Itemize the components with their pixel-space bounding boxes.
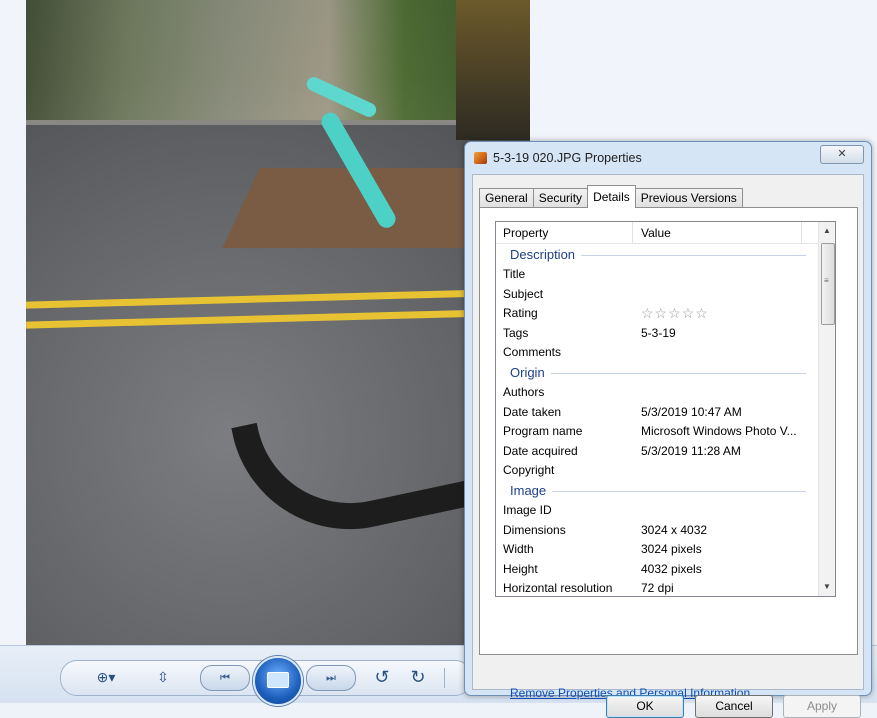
group-rule [510, 490, 806, 492]
group-header-image: Image [496, 480, 818, 500]
group-label: Description [510, 247, 582, 262]
previous-button[interactable]: ⏮ [200, 665, 250, 691]
column-header-value[interactable]: Value [641, 226, 671, 240]
property-key: Tags [503, 325, 529, 340]
property-value[interactable]: Microsoft Windows Photo V... [641, 424, 797, 438]
group-header-description: Description [496, 244, 818, 264]
property-key: Image ID [503, 502, 552, 517]
property-key: Program name [503, 424, 583, 439]
property-value[interactable]: 5/3/2019 10:47 AM [641, 405, 742, 419]
details-panel: Property Value Description Title Subject… [479, 207, 858, 700]
dialog-title: 5-3-19 020.JPG Properties [493, 151, 642, 165]
ok-button[interactable]: OK [606, 695, 684, 718]
slideshow-button[interactable] [253, 656, 303, 706]
scroll-up-icon[interactable]: ▲ [821, 224, 833, 238]
rating-stars-icon[interactable]: ☆☆☆☆☆ [641, 305, 709, 322]
jpg-file-icon [474, 152, 487, 164]
tab-previous-versions[interactable]: Previous Versions [634, 188, 743, 208]
property-value[interactable]: 3024 pixels [641, 542, 702, 556]
scroll-down-icon[interactable]: ▼ [821, 580, 833, 594]
property-key: Date acquired [503, 443, 578, 458]
scrollbar-thumb[interactable]: ≡ [821, 243, 835, 325]
close-button[interactable]: ✕ [820, 145, 864, 164]
zoom-icon[interactable]: ⊕▾ [88, 664, 124, 690]
list-item[interactable]: Program name Microsoft Windows Photo V... [496, 421, 818, 441]
previous-icon: ⏮ [220, 671, 230, 684]
column-divider[interactable] [632, 222, 633, 243]
property-key: Title [503, 267, 526, 281]
list-item[interactable]: Title [496, 264, 818, 284]
property-list[interactable]: Property Value Description Title Subject… [495, 221, 836, 597]
dialog-titlebar[interactable]: 5-3-19 020.JPG Properties ✕ [465, 142, 871, 174]
list-item[interactable]: Dimensions 3024 x 4032 [496, 520, 818, 540]
list-item[interactable]: Authors [496, 382, 818, 402]
photo-foliage [26, 0, 530, 120]
list-item[interactable]: Date acquired 5/3/2019 11:28 AM [496, 441, 818, 461]
photo [26, 0, 530, 645]
next-button[interactable]: ⏭ [306, 665, 356, 691]
tab-strip: General Security Details Previous Versio… [479, 185, 743, 208]
tab-general[interactable]: General [479, 188, 534, 208]
property-key: Horizontal resolution [503, 581, 613, 596]
property-rows: Description Title Subject Rating ☆☆☆☆☆ Ta… [496, 244, 818, 596]
property-value[interactable]: 72 dpi [641, 581, 674, 595]
list-item[interactable]: Width 3024 pixels [496, 539, 818, 559]
column-divider[interactable] [801, 222, 802, 243]
list-item[interactable]: Image ID [496, 500, 818, 520]
tab-security[interactable]: Security [532, 188, 589, 208]
list-item[interactable]: Copyright [496, 460, 818, 480]
grip-icon: ≡ [824, 276, 829, 285]
vertical-scrollbar[interactable]: ▲ ≡ ▼ [818, 222, 835, 596]
next-icon: ⏭ [326, 671, 336, 684]
group-label: Image [510, 482, 553, 498]
list-item[interactable]: Height 4032 pixels [496, 559, 818, 579]
list-item[interactable]: Subject [496, 284, 818, 304]
column-header-property[interactable]: Property [503, 226, 548, 240]
property-key: Date taken [503, 404, 562, 419]
property-key: Authors [503, 384, 545, 399]
list-item[interactable]: Tags 5-3-19 [496, 323, 818, 343]
property-key: Rating [503, 306, 538, 321]
tab-details[interactable]: Details [587, 185, 636, 208]
property-key: Height [503, 561, 538, 576]
close-icon: ✕ [837, 148, 847, 160]
rotate-counterclockwise-icon[interactable]: ↺ [370, 664, 394, 690]
list-item[interactable]: Rating ☆☆☆☆☆ [496, 303, 818, 323]
rotate-clockwise-icon[interactable]: ↻ [406, 664, 430, 690]
apply-button[interactable]: Apply [783, 695, 861, 718]
group-header-origin: Origin [496, 362, 818, 382]
cancel-button[interactable]: Cancel [695, 695, 773, 718]
list-item[interactable]: Horizontal resolution 72 dpi [496, 578, 818, 596]
property-value[interactable]: 5/3/2019 11:28 AM [641, 444, 741, 458]
list-item[interactable]: Comments [496, 342, 818, 362]
property-key: Subject [503, 286, 544, 301]
group-rule [510, 372, 806, 374]
list-header: Property Value [496, 222, 818, 244]
list-item[interactable]: Date taken 5/3/2019 10:47 AM [496, 402, 818, 422]
property-key: Copyright [503, 463, 555, 478]
property-value[interactable]: 3024 x 4032 [641, 523, 707, 537]
toolbar-divider [444, 668, 445, 688]
fit-window-icon[interactable]: ⇳ [150, 664, 176, 690]
dialog-client: General Security Details Previous Versio… [472, 174, 864, 718]
group-label: Origin [510, 364, 551, 380]
photo-excavator [456, 0, 530, 140]
slideshow-icon [267, 672, 289, 688]
property-value[interactable]: 4032 pixels [641, 562, 702, 576]
property-value[interactable]: 5-3-19 [641, 326, 676, 340]
property-key: Comments [503, 345, 562, 360]
property-key: Dimensions [503, 522, 566, 537]
property-key: Width [503, 542, 534, 557]
properties-dialog: 5-3-19 020.JPG Properties ✕ General Secu… [464, 141, 872, 718]
